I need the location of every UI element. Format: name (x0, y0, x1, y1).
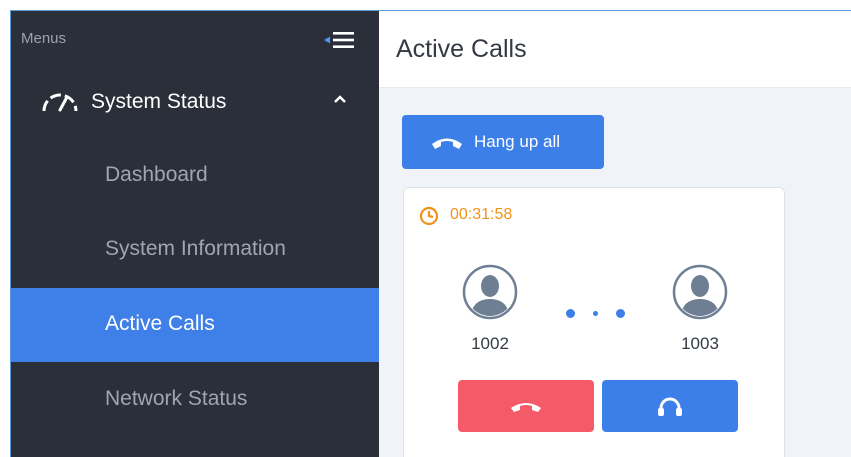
connection-dot (566, 309, 575, 318)
gauge-icon (42, 93, 78, 112)
sidebar-section-label: System Status (91, 90, 227, 113)
connection-dot (593, 311, 598, 316)
hang-up-all-button[interactable]: Hang up all (402, 115, 604, 169)
active-call-card: 00:31:58 1002 1003 (403, 187, 785, 457)
call-duration: 00:31:58 (450, 206, 513, 223)
menu-collapse-icon (324, 32, 354, 48)
sidebar-item-system-information[interactable]: System Information (11, 213, 379, 287)
sidebar-header-label: Menus (21, 30, 67, 47)
caller-extension: 1002 (471, 334, 509, 353)
sidebar-collapse-button[interactable] (321, 27, 357, 53)
connection-dot (616, 309, 625, 318)
page-title: Active Calls (396, 35, 527, 63)
phone-hangup-icon (432, 138, 462, 149)
sidebar-section-system-status[interactable]: System Status (11, 75, 379, 127)
user-avatar-icon (672, 264, 728, 320)
clock-icon (419, 206, 439, 226)
callee-extension: 1003 (681, 334, 719, 353)
phone-hangup-icon (511, 403, 541, 412)
sidebar-item-active-calls[interactable]: Active Calls (11, 288, 379, 362)
sidebar-item-label: System Information (105, 237, 286, 260)
sidebar-item-label: Dashboard (105, 163, 208, 186)
main-content: Active Calls Hang up all 00:31:58 1002 1… (379, 11, 851, 457)
app-window: Menus System Status Dashboard System Inf… (10, 10, 851, 457)
sidebar-item-dashboard[interactable]: Dashboard (11, 139, 379, 213)
sidebar-item-label: Active Calls (105, 312, 215, 335)
hang-up-all-label: Hang up all (474, 132, 561, 151)
sidebar-item-label: Network Status (105, 387, 248, 410)
sidebar: Menus System Status Dashboard System Inf… (11, 11, 379, 457)
user-avatar-icon (462, 264, 518, 320)
page-header: Active Calls (379, 11, 851, 88)
chevron-up-icon (334, 95, 346, 103)
headset-icon (658, 397, 682, 416)
hang-up-call-button[interactable] (458, 380, 594, 432)
monitor-call-button[interactable] (602, 380, 738, 432)
sidebar-item-network-status[interactable]: Network Status (11, 363, 379, 437)
sidebar-header: Menus (11, 11, 379, 69)
